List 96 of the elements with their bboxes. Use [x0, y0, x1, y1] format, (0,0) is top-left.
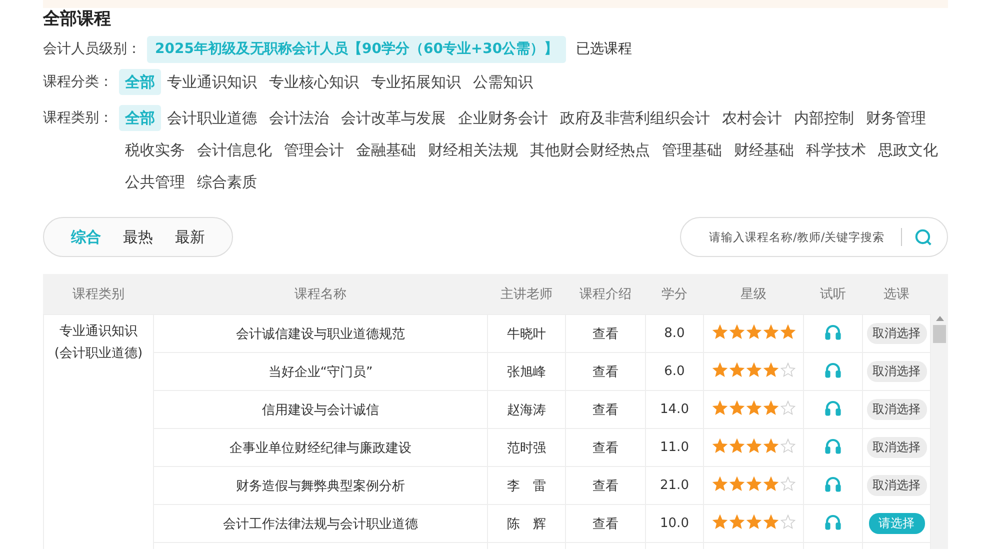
filter-option[interactable]: 科学技术: [800, 137, 872, 163]
filter-option[interactable]: 财务管理: [860, 105, 932, 131]
teacher-cell: 牛晓叶: [488, 314, 566, 352]
headphones-icon[interactable]: [824, 322, 842, 340]
filled-star-icon: [712, 438, 728, 454]
filled-star-icon: [762, 324, 778, 340]
intro-link[interactable]: 查看: [566, 314, 646, 352]
filter-option[interactable]: 内部控制: [788, 105, 860, 131]
search-field[interactable]: 请输入课程名称/教师/关键字搜索: [680, 217, 948, 257]
filled-star-icon: [762, 362, 778, 378]
credit-cell: 6.0: [646, 352, 704, 390]
deselect-button[interactable]: 取消选择: [866, 437, 926, 458]
deselect-button[interactable]: 取消选择: [866, 361, 926, 382]
course-name-cell: 当好企业“守门员”: [154, 352, 488, 390]
filled-star-icon: [746, 476, 762, 492]
filter-option[interactable]: 会计职业道德: [161, 105, 263, 131]
filter-option[interactable]: 税收实务: [119, 137, 191, 163]
credit-cell: 14.0: [646, 390, 704, 428]
credit-cell: 11.0: [646, 428, 704, 466]
headphones-icon[interactable]: [824, 474, 842, 492]
headphones-icon[interactable]: [824, 512, 842, 530]
headphones-icon[interactable]: [824, 360, 842, 378]
filled-star-icon: [746, 400, 762, 416]
filter-option[interactable]: 会计信息化: [191, 137, 278, 163]
credit-cell: 10.0: [646, 504, 704, 542]
teacher-cell: 陈 辉: [488, 504, 566, 542]
scrollbar-thumb[interactable]: [933, 325, 946, 343]
selected-courses-link[interactable]: 已选课程: [576, 36, 632, 63]
filter-option[interactable]: 企业财务会计: [452, 105, 554, 131]
intro-link[interactable]: 查看: [566, 504, 646, 542]
filled-star-icon: [762, 476, 778, 492]
category-cell: 专业通识知识 (会计职业道德): [44, 314, 154, 549]
filled-star-icon: [780, 324, 796, 340]
filled-star-icon: [728, 324, 744, 340]
filled-star-icon: [728, 362, 744, 378]
filled-star-icon: [746, 324, 762, 340]
filter-label: 课程类别：: [43, 109, 114, 128]
filter-option[interactable]: 其他财会财经热点: [524, 137, 656, 163]
headphones-icon[interactable]: [824, 398, 842, 416]
filter-option[interactable]: 政府及非营利组织会计: [554, 105, 716, 131]
filter-option[interactable]: 公需知识: [467, 69, 539, 95]
filled-star-icon: [712, 400, 728, 416]
filter-option[interactable]: 专业通识知识: [161, 69, 263, 95]
course-name-cell: 会计工作法律法规与会计职业道德: [154, 504, 488, 542]
intro-link[interactable]: 查看: [566, 352, 646, 390]
filled-star-icon: [712, 514, 728, 530]
filter-option[interactable]: 思政文化: [872, 137, 944, 163]
filter-option[interactable]: 公共管理: [119, 169, 191, 195]
credit-cell: 8.0: [646, 314, 704, 352]
filled-star-icon: [746, 438, 762, 454]
filled-star-icon: [762, 438, 778, 454]
filter-label: 课程分类：: [43, 73, 114, 92]
filter-option[interactable]: 专业核心知识: [263, 69, 365, 95]
teacher-cell: 李 雷: [488, 466, 566, 504]
filled-star-icon: [762, 400, 778, 416]
teacher-cell: 张旭峰: [488, 352, 566, 390]
intro-link[interactable]: 查看: [566, 390, 646, 428]
teacher-cell: 范时强: [488, 428, 566, 466]
filled-star-icon: [712, 476, 728, 492]
filled-star-icon: [746, 362, 762, 378]
filled-star-icon: [762, 514, 778, 530]
credit-cell: 21.0: [646, 466, 704, 504]
headphones-icon[interactable]: [824, 436, 842, 454]
course-name-cell: 会计诚信建设与职业道德规范: [154, 314, 488, 352]
sort-tab[interactable]: 最热: [112, 228, 164, 246]
filled-star-icon: [712, 362, 728, 378]
filter-option[interactable]: 综合素质: [191, 169, 263, 195]
deselect-button[interactable]: 取消选择: [866, 323, 926, 344]
scroll-up-icon[interactable]: [936, 316, 944, 321]
course-name-cell: 企事业单位财经纪律与廉政建设: [154, 428, 488, 466]
filter-option[interactable]: 会计法治: [263, 105, 335, 131]
page-title: 全部课程: [43, 8, 112, 30]
course-name-cell: 信用建设与会计诚信: [154, 390, 488, 428]
filter-option[interactable]: 会计改革与发展: [335, 105, 452, 131]
intro-link[interactable]: 查看: [566, 466, 646, 504]
filter-option[interactable]: 财经相关法规: [422, 137, 524, 163]
filled-star-icon: [728, 514, 744, 530]
filter-option[interactable]: 财经基础: [728, 137, 800, 163]
filter-option[interactable]: 管理会计: [278, 137, 350, 163]
deselect-button[interactable]: 取消选择: [866, 475, 926, 496]
filled-star-icon: [746, 514, 762, 530]
filled-star-icon: [728, 438, 744, 454]
filled-star-icon: [728, 400, 744, 416]
filter-option[interactable]: 金融基础: [350, 137, 422, 163]
filter-option[interactable]: 专业拓展知识: [365, 69, 467, 95]
teacher-cell: 赵海涛: [488, 390, 566, 428]
deselect-button[interactable]: 取消选择: [866, 399, 926, 420]
filter-label: 会计人员级别：: [43, 40, 142, 59]
filled-star-icon: [712, 324, 728, 340]
sort-tab[interactable]: 最新: [164, 228, 216, 246]
filter-option[interactable]: 管理基础: [656, 137, 728, 163]
course-name-cell: 财务造假与舞弊典型案例分析: [154, 466, 488, 504]
search-icon[interactable]: [914, 228, 933, 246]
filter-option[interactable]: 农村会计: [716, 105, 788, 131]
intro-link[interactable]: 查看: [566, 428, 646, 466]
filled-star-icon: [728, 476, 744, 492]
